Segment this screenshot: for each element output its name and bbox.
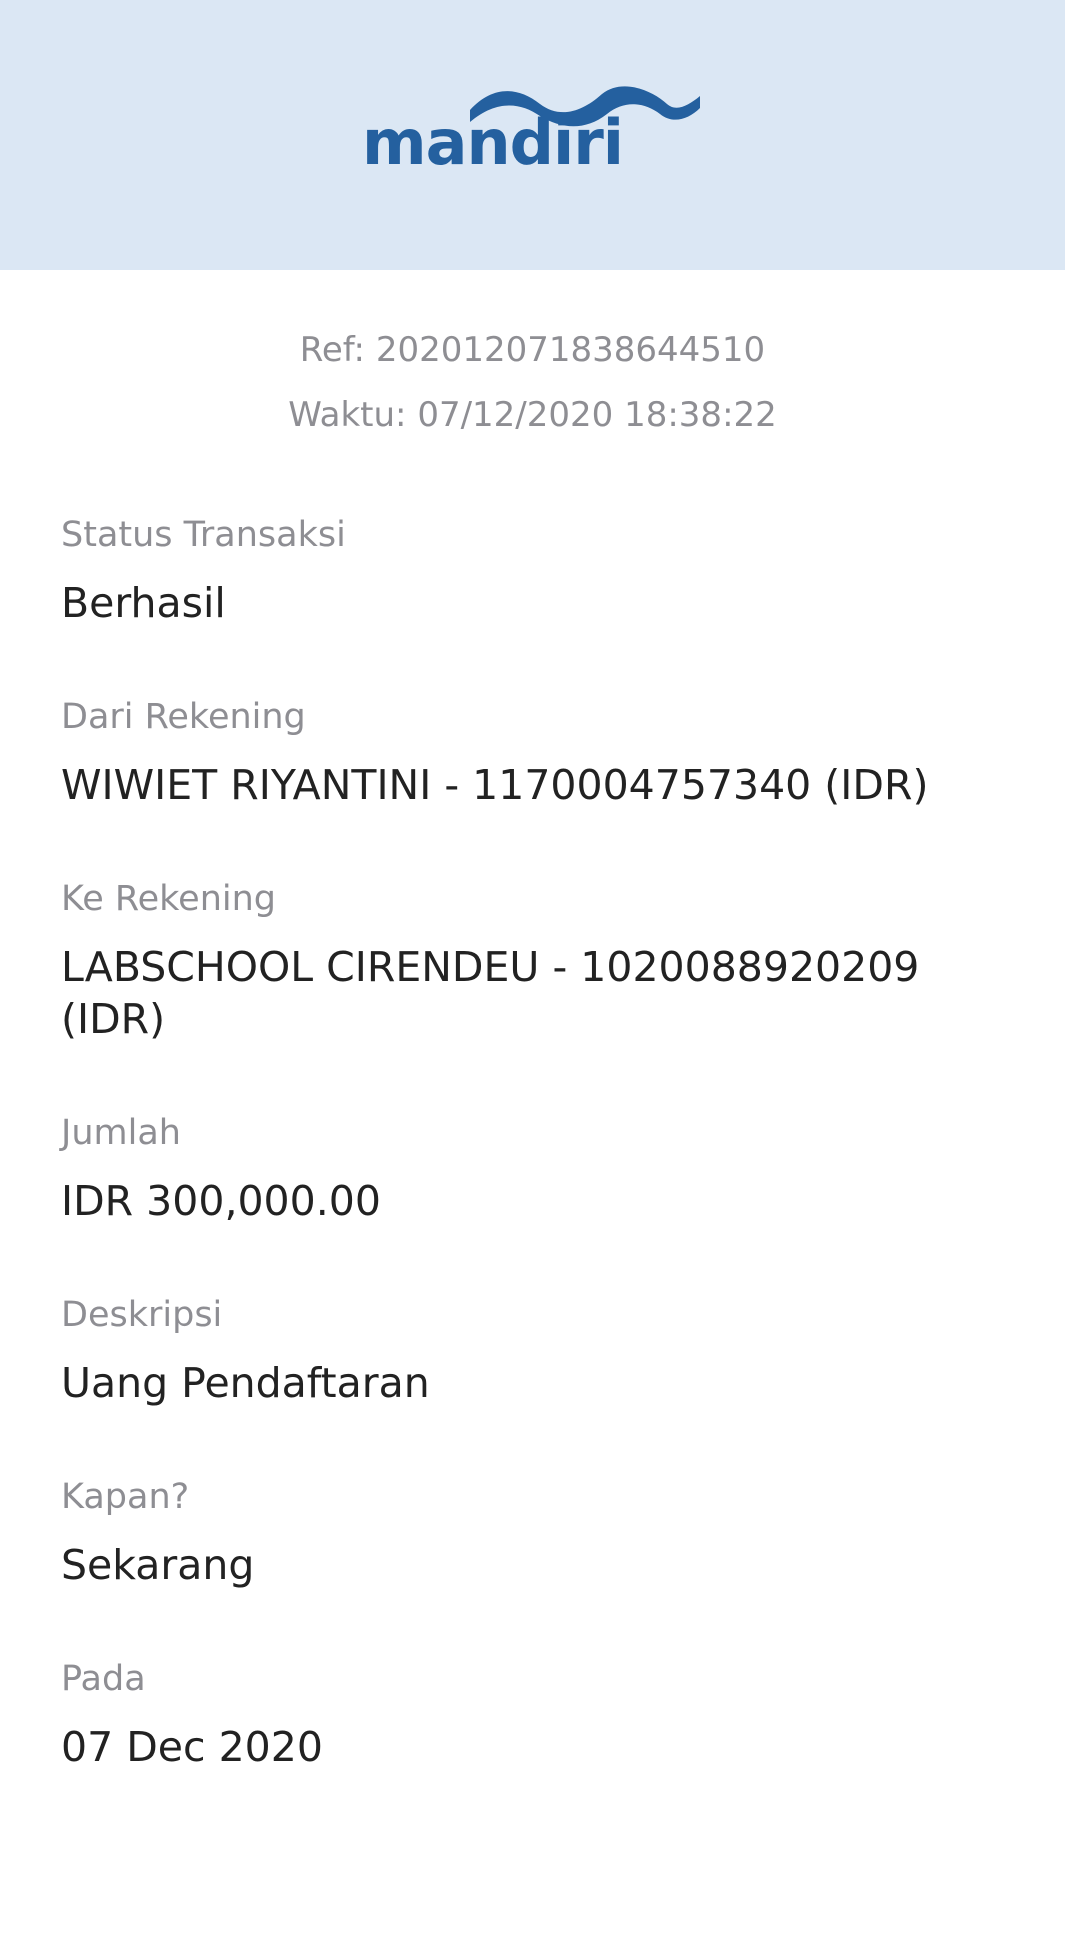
- field-when: Kapan? Sekarang: [61, 1467, 1021, 1591]
- field-label: Jumlah: [61, 1113, 181, 1153]
- field-value: Sekarang: [61, 1541, 255, 1589]
- field-date: Pada 07 Dec 2020: [61, 1649, 1021, 1773]
- field-label: Status Transaksi: [61, 515, 346, 555]
- transaction-meta: Ref: 202012071838644510 Waktu: 07/12/202…: [0, 318, 1065, 448]
- transaction-details: Status Transaksi Berhasil Dari Rekening …: [61, 505, 1021, 1831]
- field-status: Status Transaksi Berhasil: [61, 505, 1021, 629]
- field-label: Pada: [61, 1659, 146, 1699]
- field-value: LABSCHOOL CIRENDEU - 1020088920209 (IDR): [61, 943, 920, 1043]
- field-value: 07 Dec 2020: [61, 1723, 323, 1771]
- field-amount: Jumlah IDR 300,000.00: [61, 1103, 1021, 1227]
- field-label: Kapan?: [61, 1477, 190, 1517]
- field-label: Deskripsi: [61, 1295, 223, 1335]
- mandiri-logo: mandiri: [362, 84, 702, 184]
- header: mandiri: [0, 0, 1065, 270]
- field-label: Ke Rekening: [61, 879, 277, 919]
- logo-text: mandiri: [362, 106, 624, 179]
- receipt-page: mandiri Ref: 202012071838644510 Waktu: 0…: [0, 0, 1065, 1960]
- field-from-account: Dari Rekening WIWIET RIYANTINI - 1170004…: [61, 687, 1021, 811]
- field-label: Dari Rekening: [61, 697, 306, 737]
- field-value: Uang Pendaftaran: [61, 1359, 430, 1407]
- transaction-time: Waktu: 07/12/2020 18:38:22: [288, 395, 777, 435]
- field-value: WIWIET RIYANTINI - 1170004757340 (IDR): [61, 761, 929, 809]
- field-value: IDR 300,000.00: [61, 1177, 381, 1225]
- field-to-account: Ke Rekening LABSCHOOL CIRENDEU - 1020088…: [61, 869, 1021, 1045]
- field-description: Deskripsi Uang Pendaftaran: [61, 1285, 1021, 1409]
- reference-number: Ref: 202012071838644510: [299, 330, 766, 370]
- field-value: Berhasil: [61, 579, 226, 627]
